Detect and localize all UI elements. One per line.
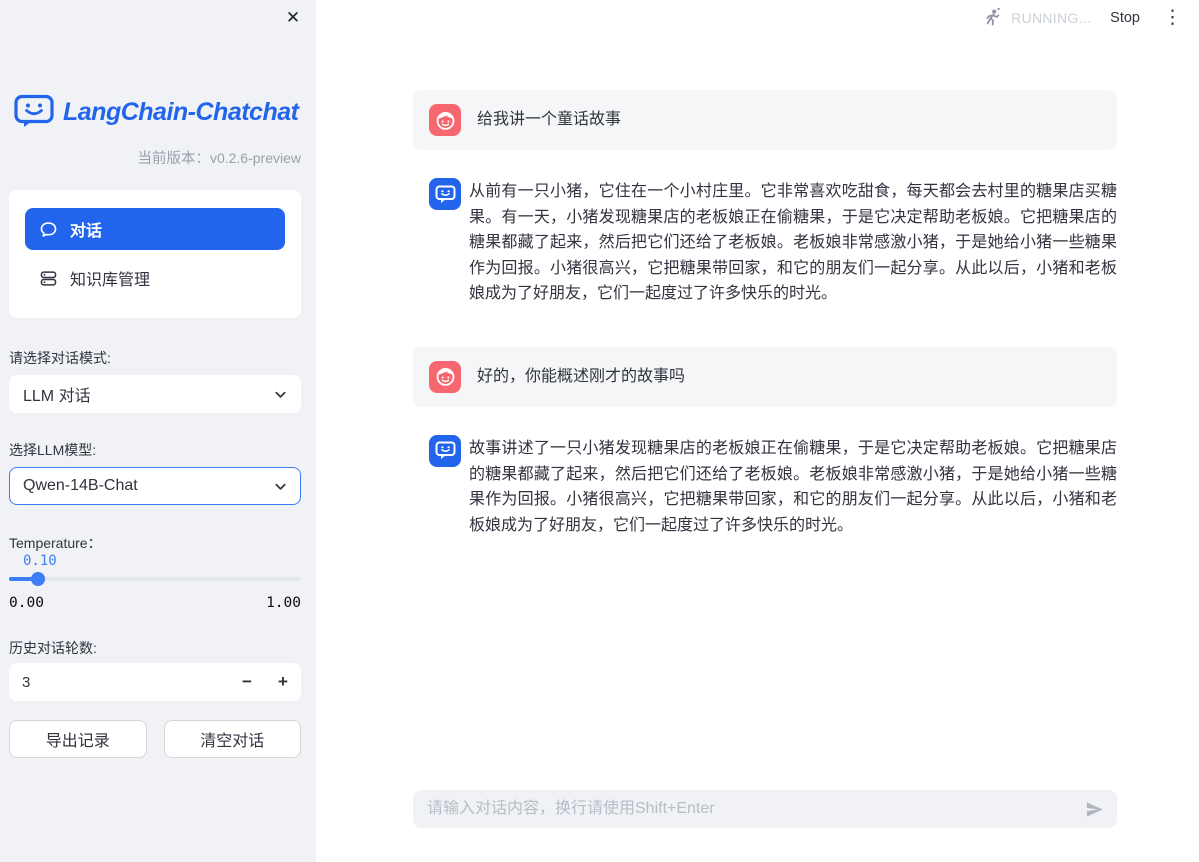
assistant-avatar — [429, 435, 461, 467]
slider-range-labels: 0.00 1.00 — [9, 595, 301, 611]
sidebar-item-label: 对话 — [70, 217, 102, 241]
sidebar-item-knowledge-base[interactable]: 知识库管理 — [25, 258, 285, 298]
chevron-down-icon — [273, 479, 288, 494]
history-rounds-input[interactable]: 3 — [9, 674, 229, 691]
dialogue-mode-label: 请选择对话模式: — [9, 348, 301, 365]
message-text: 给我讲一个童话故事 — [477, 107, 621, 133]
chat-bubble-smiley-logo-icon — [14, 94, 54, 130]
export-records-button[interactable]: 导出记录 — [9, 720, 147, 758]
app-title: LangChain-Chatchat — [63, 98, 298, 127]
send-icon[interactable] — [1081, 796, 1107, 822]
user-avatar — [429, 104, 461, 136]
chat-area: 给我讲一个童话故事 从前有一只小猪，它住在一个小村庄里。它非常喜欢吃甜食，每天都… — [413, 0, 1117, 538]
database-icon — [39, 269, 58, 288]
sidebar: ✕ LangChain-Chatchat 当前版本：v0.2.6-preview… — [0, 0, 316, 862]
nav-card: 对话 知识库管理 — [9, 190, 301, 318]
slider-min-label: 0.00 — [9, 595, 44, 611]
version-info: 当前版本：v0.2.6-preview — [9, 147, 301, 165]
dialogue-mode-select[interactable]: LLM 对话 — [9, 375, 301, 413]
temperature-value: 0.10 — [23, 553, 301, 570]
chat-bubble-smiley-icon — [435, 185, 456, 204]
chat-input-bar — [413, 790, 1117, 828]
app-logo: LangChain-Chatchat — [9, 93, 301, 131]
increment-button[interactable]: + — [265, 663, 301, 701]
assistant-message: 故事讲述了一只小猪发现糖果店的老板娘正在偷糖果，于是它决定帮助老板娘。它把糖果店… — [413, 429, 1117, 538]
chevron-down-icon — [273, 387, 288, 402]
chat-input[interactable] — [425, 799, 1081, 819]
version-value: v0.2.6-preview — [210, 150, 301, 166]
temperature-slider[interactable] — [9, 572, 301, 586]
user-face-icon — [435, 366, 456, 387]
message-text: 好的，你能概述刚才的故事吗 — [477, 364, 685, 390]
history-rounds-stepper: 3 − + — [9, 663, 301, 701]
message-text: 从前有一只小猪，它住在一个小村庄里。它非常喜欢吃甜食，每天都会去村里的糖果店买糖… — [469, 179, 1117, 307]
chat-bubble-icon — [39, 220, 58, 239]
sidebar-close-icon[interactable]: ✕ — [282, 7, 304, 29]
temperature-label: Temperature： — [9, 533, 301, 550]
assistant-message: 从前有一只小猪，它住在一个小村庄里。它非常喜欢吃甜食，每天都会去村里的糖果店买糖… — [413, 172, 1117, 307]
slider-track[interactable] — [9, 577, 301, 581]
chat-bubble-smiley-icon — [435, 441, 456, 460]
llm-model-label: 选择LLM模型: — [9, 440, 301, 457]
sidebar-item-dialogue[interactable]: 对话 — [25, 208, 285, 250]
slider-thumb[interactable] — [31, 572, 45, 586]
decrement-button[interactable]: − — [229, 663, 265, 701]
assistant-avatar — [429, 178, 461, 210]
sidebar-item-label: 知识库管理 — [70, 266, 150, 290]
clear-dialogue-button[interactable]: 清空对话 — [164, 720, 302, 758]
llm-model-value: Qwen-14B-Chat — [23, 477, 138, 495]
llm-model-select[interactable]: Qwen-14B-Chat — [9, 467, 301, 505]
history-rounds-label: 历史对话轮数: — [9, 638, 301, 655]
message-text: 故事讲述了一只小猪发现糖果店的老板娘正在偷糖果，于是它决定帮助老板娘。它把糖果店… — [469, 436, 1117, 538]
slider-max-label: 1.00 — [266, 595, 301, 611]
user-face-icon — [435, 110, 456, 131]
sidebar-actions: 导出记录 清空对话 — [9, 720, 301, 758]
user-message: 好的，你能概述刚才的故事吗 — [413, 347, 1117, 407]
kebab-menu-icon[interactable]: ⋮ — [1159, 7, 1186, 29]
version-label: 当前版本： — [137, 151, 210, 167]
user-avatar — [429, 361, 461, 393]
dialogue-mode-value: LLM 对话 — [23, 382, 91, 406]
user-message: 给我讲一个童话故事 — [413, 90, 1117, 150]
